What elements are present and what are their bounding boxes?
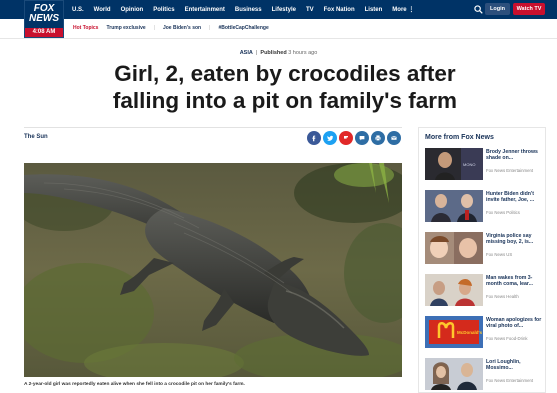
nav-entertainment[interactable]: Entertainment <box>185 7 225 13</box>
logo-time: 4:08 AM <box>25 28 63 37</box>
nav-fox-nation[interactable]: Fox Nation <box>324 7 355 13</box>
story-title[interactable]: Brody Jenner throws shade on... <box>486 149 543 161</box>
published-label: Published <box>260 50 287 56</box>
thumbnail-text: MONO <box>463 162 475 167</box>
story-thumbnail <box>425 358 483 390</box>
nav-us[interactable]: U.S. <box>72 7 84 13</box>
nav-opinion[interactable]: Opinion <box>121 7 144 13</box>
nav-more[interactable]: More ⋮ <box>392 6 414 13</box>
story-source: Fox News Entertainment <box>486 168 534 173</box>
nav-more-label: More <box>392 7 407 13</box>
story-thumbnail <box>425 190 483 222</box>
fox-news-logo[interactable]: FOX NEWS 4:08 AM <box>24 0 64 38</box>
story-source: Fox News US <box>486 252 513 257</box>
nav-world[interactable]: World <box>94 7 111 13</box>
flipboard-icon[interactable] <box>339 131 353 145</box>
facebook-icon[interactable] <box>307 131 321 145</box>
thumbnail-text: McDonald's <box>457 330 483 335</box>
hot-topic-link[interactable]: Joe Biden's son <box>163 25 201 31</box>
story-thumbnail <box>425 274 483 306</box>
story-thumbnail: MONO <box>425 148 483 180</box>
sidebar-story[interactable]: Virginia police say missing boy, 2, is..… <box>425 232 543 268</box>
story-title[interactable]: Lori Loughlin, Mossimo... <box>486 359 543 371</box>
separator: | <box>254 50 259 56</box>
sidebar-title: More from Fox News <box>425 134 494 141</box>
main-nav: U.S. World Opinion Politics Entertainmen… <box>72 0 414 19</box>
article-headline: Girl, 2, eaten by crocodiles after falli… <box>112 61 458 113</box>
sidebar-story[interactable]: MONO Brody Jenner throws shade on... Fox… <box>425 148 543 184</box>
search-icon[interactable] <box>474 5 483 14</box>
hot-topics-bar: Hot Topics Trump exclusive | Joe Biden's… <box>0 19 557 39</box>
logo-text-news: NEWS <box>29 13 59 24</box>
share-bar <box>307 131 401 145</box>
email-icon[interactable] <box>387 131 401 145</box>
twitter-icon[interactable] <box>323 131 337 145</box>
story-source: Fox News Politics <box>486 210 520 215</box>
article-category[interactable]: ASIA <box>240 50 253 56</box>
story-title[interactable]: Man wakes from 3-month coma, lear... <box>486 275 543 287</box>
nav-listen[interactable]: Listen <box>365 7 383 13</box>
sidebar-story[interactable]: McDonald's Woman apologizes for viral ph… <box>425 316 543 352</box>
story-source: Fox News Entertainment <box>486 378 534 383</box>
menu-icon: ⋮ <box>408 7 415 13</box>
story-title[interactable]: Virginia police say missing boy, 2, is..… <box>486 233 543 245</box>
nav-tv[interactable]: TV <box>306 7 314 13</box>
story-source: Fox News Food-Drink <box>486 336 528 341</box>
more-from-fox-sidebar: More from Fox News MONO Brody Jenner thr… <box>418 127 546 393</box>
print-icon[interactable] <box>371 131 385 145</box>
article-source[interactable]: The Sun <box>24 134 48 140</box>
article-hero-image <box>24 163 402 377</box>
story-title[interactable]: Hunter Biden didn't invite father, Joe, … <box>486 191 543 203</box>
watch-tv-button[interactable]: Watch TV <box>513 3 545 15</box>
sidebar-story[interactable]: Lori Loughlin, Mossimo... Fox News Enter… <box>425 358 543 393</box>
nav-lifestyle[interactable]: Lifestyle <box>272 7 296 13</box>
comment-icon[interactable] <box>355 131 369 145</box>
hot-topics-label: Hot Topics <box>73 25 99 31</box>
separator: | <box>209 25 211 31</box>
published-time: 3 hours ago <box>288 50 318 56</box>
story-thumbnail: McDonald's <box>425 316 483 348</box>
image-caption: A 2-year-old girl was reportedly eaten a… <box>24 382 245 387</box>
sidebar-story[interactable]: Hunter Biden didn't invite father, Joe, … <box>425 190 543 226</box>
article-meta: ASIA | Published 3 hours ago <box>0 50 557 56</box>
hot-topic-link[interactable]: #BottleCapChallenge <box>218 25 268 31</box>
separator: | <box>153 25 155 31</box>
hot-topic-link[interactable]: Trump exclusive <box>106 25 145 31</box>
nav-politics[interactable]: Politics <box>153 7 174 13</box>
nav-business[interactable]: Business <box>235 7 262 13</box>
divider <box>24 127 402 128</box>
story-title[interactable]: Woman apologizes for viral photo of... <box>486 317 543 329</box>
story-source: Fox News Health <box>486 294 519 299</box>
login-button[interactable]: Login <box>485 3 510 15</box>
story-thumbnail <box>425 232 483 264</box>
sidebar-story[interactable]: Man wakes from 3-month coma, lear... Fox… <box>425 274 543 310</box>
